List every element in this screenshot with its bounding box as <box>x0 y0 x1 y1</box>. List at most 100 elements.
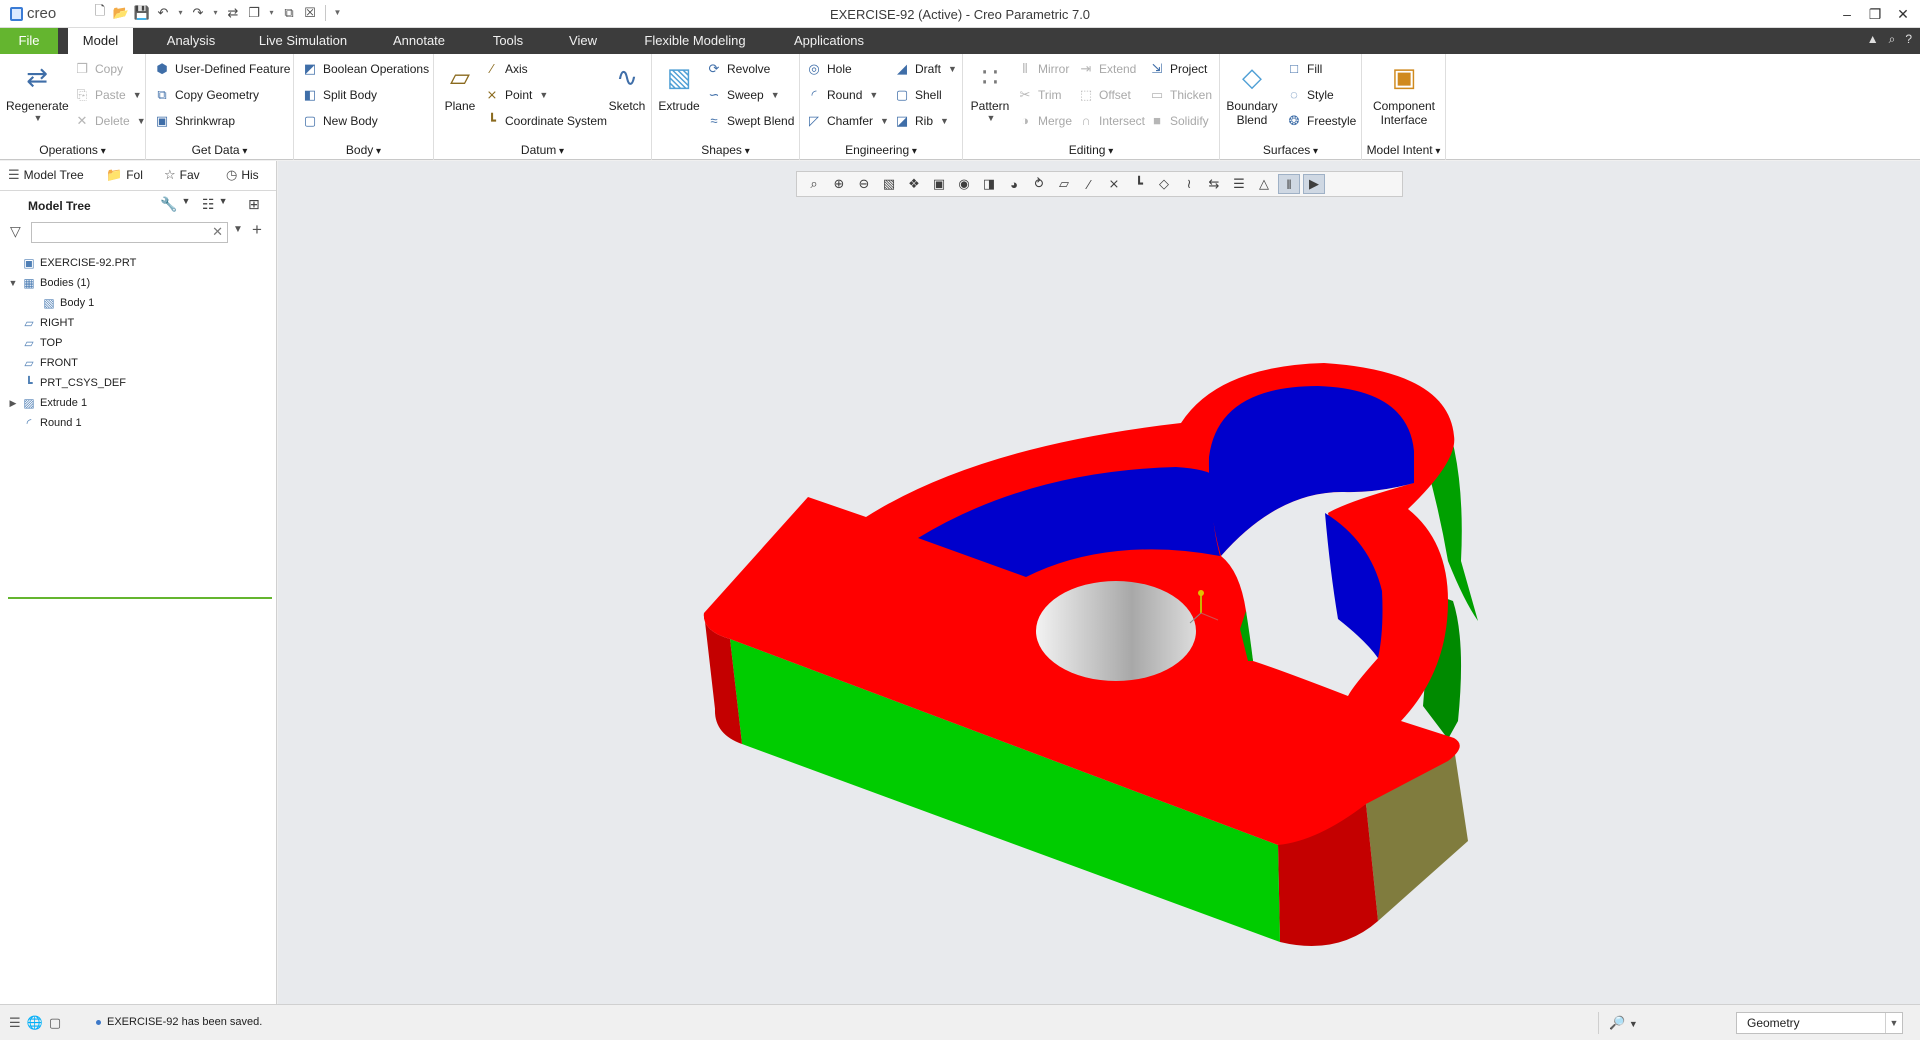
merge-button[interactable]: ◑ Merge <box>1017 110 1072 132</box>
datum-filter-icon[interactable]: ☰ <box>1228 174 1250 194</box>
paste-button[interactable]: ⎘ Paste ▼ <box>74 84 142 106</box>
close-window-icon[interactable]: ☒ <box>302 4 318 21</box>
tree-search-input[interactable]: ✕ <box>31 222 228 243</box>
display-style-icon[interactable]: ◉ <box>953 174 975 194</box>
extrude-button[interactable]: ▧ Extrude <box>656 60 702 114</box>
tab-annotate[interactable]: Annotate <box>384 28 454 54</box>
tab-view[interactable]: View <box>562 28 604 54</box>
pattern-button[interactable]: ∷ Pattern ▼ <box>967 60 1013 124</box>
find-button[interactable]: 🔎 ▼ <box>1598 1012 1644 1034</box>
graphics-area[interactable]: ⌕ ⊕ ⊖ ▧ ❖ ▣ ◉ ◨ ◕ ⥁ ▱ ∕ ⨯ ┗ ◇ ≀ ⇆ ☰ △ ‖ ▶ <box>278 161 1920 1004</box>
tree-columns-button[interactable]: ⊞ <box>248 196 260 213</box>
hole-button[interactable]: ◎ Hole <box>806 58 851 80</box>
group-model-intent-label[interactable]: Model Intent <box>1362 143 1445 157</box>
close-button[interactable]: ✕ <box>1892 4 1914 24</box>
search-icon[interactable]: ⌕ <box>1889 32 1896 47</box>
group-body-label[interactable]: Body <box>294 143 433 157</box>
shrinkwrap-button[interactable]: ▣ Shrinkwrap <box>154 110 235 132</box>
plane-display-icon[interactable]: ▱ <box>1053 174 1075 194</box>
tab-file[interactable]: File <box>0 28 58 54</box>
group-engineering-label[interactable]: Engineering <box>800 143 962 157</box>
part-3d-model[interactable] <box>278 161 1920 1004</box>
new-body-button[interactable]: ▢ New Body <box>302 110 378 132</box>
point-display-icon[interactable]: ⨯ <box>1103 174 1125 194</box>
zoom-in-icon[interactable]: ⊕ <box>828 174 850 194</box>
annotation-display-icon[interactable]: ◇ <box>1153 174 1175 194</box>
appearance-icon[interactable]: ◕ <box>1003 174 1025 194</box>
expand-toggle-icon[interactable]: ▼ <box>8 273 18 293</box>
swept-blend-button[interactable]: ≈ Swept Blend <box>706 110 794 132</box>
axis-button[interactable]: ∕ Axis <box>484 58 528 80</box>
component-interface-button[interactable]: ▣ Component Interface <box>1362 60 1446 128</box>
sweep-button[interactable]: ∽ Sweep ▼ <box>706 84 780 106</box>
axis-display-icon[interactable]: ∕ <box>1078 174 1100 194</box>
user-defined-feature-button[interactable]: ⬢ User-Defined Feature <box>154 58 290 80</box>
regenerate-button[interactable]: ⇄ Regenerate ▼ <box>6 60 69 124</box>
boolean-operations-button[interactable]: ◩ Boolean Operations <box>302 58 429 80</box>
tree-node[interactable]: ▶ ▨ Extrude 1 <box>8 393 273 413</box>
group-editing-label[interactable]: Editing <box>963 143 1219 157</box>
draft-button[interactable]: ◢ Draft ▼ <box>894 58 957 80</box>
point-button[interactable]: ⨯ Point ▼ <box>484 84 549 106</box>
revolve-button[interactable]: ⟳ Revolve <box>706 58 771 80</box>
perspective-icon[interactable]: △ <box>1253 174 1275 194</box>
solidify-button[interactable]: ■ Solidify <box>1149 110 1209 132</box>
windows-icon[interactable]: ❐ <box>246 4 262 21</box>
expand-toggle-icon[interactable]: ▶ <box>8 393 18 413</box>
style-button[interactable]: ◌ Style <box>1286 84 1334 106</box>
copy-button[interactable]: ❐ Copy <box>74 58 123 80</box>
pause-icon[interactable]: ‖ <box>1278 174 1300 194</box>
copy-geometry-button[interactable]: ⧉ Copy Geometry <box>154 84 259 106</box>
nav-tab-favorites[interactable]: ☆ Fav <box>164 167 200 183</box>
trim-button[interactable]: ✂ Trim <box>1017 84 1062 106</box>
rib-button[interactable]: ◪ Rib ▼ <box>894 110 949 132</box>
zoom-out-icon[interactable]: ⊖ <box>853 174 875 194</box>
redo-dropdown-icon[interactable]: ▾ <box>211 4 220 21</box>
selection-filter-select[interactable]: Geometry ▼ <box>1736 1012 1903 1034</box>
sketch-display-icon[interactable]: ≀ <box>1178 174 1200 194</box>
tree-node[interactable]: ▼ ▦ Bodies (1) <box>8 273 273 293</box>
filter-icon[interactable]: ▽ <box>10 223 21 240</box>
tab-applications[interactable]: Applications <box>786 28 872 54</box>
toggle-display-icon[interactable]: ⇆ <box>1203 174 1225 194</box>
help-icon[interactable]: ? <box>1905 32 1912 47</box>
group-operations-label[interactable]: Operations <box>0 143 145 157</box>
tree-node[interactable]: ▣ EXERCISE-92.PRT <box>8 253 273 273</box>
customize-qat-icon[interactable]: ▼ <box>333 4 342 21</box>
save-icon[interactable]: 💾 <box>134 4 150 21</box>
fill-button[interactable]: □ Fill <box>1286 58 1322 80</box>
browser-icon[interactable]: 🌐 <box>27 1015 43 1031</box>
search-dropdown-icon[interactable]: ▼ <box>233 224 243 235</box>
spin-center-icon[interactable]: ⥁ <box>1028 174 1050 194</box>
regenerate-quick-icon[interactable]: ⇄ <box>225 4 241 21</box>
add-filter-icon[interactable]: + <box>252 220 262 240</box>
sketch-button[interactable]: ∿ Sketch <box>604 60 650 114</box>
nav-tab-folder-browser[interactable]: 📁 Fol <box>106 167 143 183</box>
freestyle-button[interactable]: ❂ Freestyle <box>1286 110 1357 132</box>
animation-icon[interactable]: ▶ <box>1303 174 1325 194</box>
group-get-data-label[interactable]: Get Data <box>146 143 293 157</box>
minimize-ribbon-icon[interactable]: ▲ <box>1867 32 1879 47</box>
split-body-button[interactable]: ◧ Split Body <box>302 84 377 106</box>
minimize-button[interactable]: – <box>1836 4 1858 24</box>
delete-button[interactable]: ✕ Delete ▼ <box>74 110 146 132</box>
repaint-icon[interactable]: ▧ <box>878 174 900 194</box>
section-icon[interactable]: ◨ <box>978 174 1000 194</box>
show-menu-button[interactable]: ☷ ▼ <box>202 196 227 213</box>
tab-tools[interactable]: Tools <box>482 28 534 54</box>
group-surfaces-label[interactable]: Surfaces <box>1220 143 1361 157</box>
plane-button[interactable]: ▱ Plane <box>438 60 482 114</box>
full-screen-icon[interactable]: ▢ <box>49 1015 61 1031</box>
tree-settings-button[interactable]: 🔧 ▼ <box>160 196 190 213</box>
clear-search-icon[interactable]: ✕ <box>212 224 223 240</box>
tree-node[interactable]: ▱ FRONT <box>8 353 273 373</box>
round-button[interactable]: ◜ Round ▼ <box>806 84 878 106</box>
group-shapes-label[interactable]: Shapes <box>652 143 799 157</box>
coordinate-system-button[interactable]: ┗ Coordinate System <box>484 110 607 132</box>
nav-tab-model-tree[interactable]: ☰ Model Tree <box>8 167 84 183</box>
open-icon[interactable]: 📂 <box>113 4 129 21</box>
chamfer-button[interactable]: ◸ Chamfer ▼ <box>806 110 889 132</box>
group-datum-label[interactable]: Datum <box>434 143 651 157</box>
tab-analysis[interactable]: Analysis <box>158 28 224 54</box>
intersect-button[interactable]: ∩ Intersect <box>1078 110 1145 132</box>
